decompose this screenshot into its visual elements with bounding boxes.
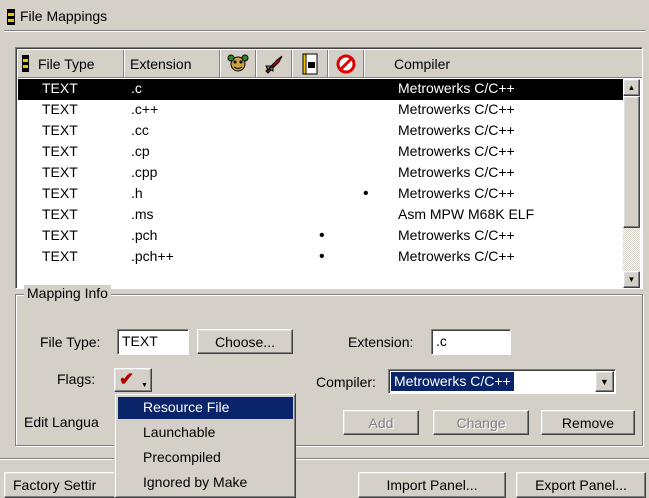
table-row[interactable]: TEXT .cp Metrowerks C/C++: [18, 142, 623, 163]
chevron-down-icon: ▼: [141, 382, 148, 389]
import-panel-button[interactable]: Import Panel...: [358, 472, 506, 498]
precompiled-flag-dot: •: [319, 248, 325, 265]
scroll-up-button[interactable]: ▲: [623, 79, 640, 96]
ignore-icon[interactable]: [328, 50, 364, 77]
flags-label: Flags:: [57, 371, 96, 387]
menu-item-precompiled[interactable]: Precompiled: [118, 447, 293, 469]
table-body: TEXT .c Metrowerks C/C++ TEXT .c++ Metro…: [18, 79, 623, 268]
table-row[interactable]: TEXT .cc Metrowerks C/C++: [18, 121, 623, 142]
checkmark-icon: ✔: [119, 369, 135, 389]
table-row[interactable]: TEXT .c Metrowerks C/C++: [18, 79, 623, 100]
resource-icon[interactable]: [220, 50, 256, 77]
column-header-compiler[interactable]: Compiler: [364, 50, 642, 77]
table-row[interactable]: TEXT .cpp Metrowerks C/C++: [18, 163, 623, 184]
remove-button[interactable]: Remove: [541, 410, 635, 435]
change-button[interactable]: Change: [433, 410, 529, 435]
menu-item-resource-file[interactable]: Resource File: [118, 397, 293, 419]
panel-icon: [7, 9, 15, 25]
arrow-down-icon: ▼: [627, 275, 636, 284]
table-row[interactable]: TEXT .c++ Metrowerks C/C++: [18, 100, 623, 121]
column-header-file-type[interactable]: File Type: [18, 50, 124, 77]
precompiled-flag-dot: •: [319, 227, 325, 244]
table-header: File Type Extension Compiler: [18, 50, 642, 78]
extension-label: Extension:: [348, 334, 414, 350]
launch-icon[interactable]: [256, 50, 292, 77]
compiler-selected-value: Metrowerks C/C++: [391, 372, 514, 391]
compiler-select[interactable]: Metrowerks C/C++ ▼: [388, 369, 616, 394]
compiler-label: Compiler:: [316, 374, 376, 390]
edit-language-label: Edit Langua: [24, 414, 99, 430]
file-type-field[interactable]: TEXT: [117, 329, 189, 355]
panel-titlebar: File Mappings: [0, 0, 649, 33]
export-panel-button[interactable]: Export Panel...: [516, 472, 646, 498]
table-row[interactable]: TEXT .pch++ • Metrowerks C/C++: [18, 247, 623, 268]
menu-item-launchable[interactable]: Launchable: [118, 422, 293, 444]
flags-popup-button[interactable]: ✔ ▼: [114, 368, 152, 392]
add-button[interactable]: Add: [343, 410, 419, 435]
file-type-label: File Type:: [40, 334, 101, 350]
table-row[interactable]: TEXT .h • Metrowerks C/C++: [18, 184, 623, 205]
extension-field[interactable]: .c: [431, 329, 511, 355]
flags-menu: Resource File Launchable Precompiled Ign…: [114, 393, 296, 498]
column-header-extension[interactable]: Extension: [124, 50, 220, 77]
dropdown-arrow-button[interactable]: ▼: [595, 371, 614, 392]
choose-button[interactable]: Choose...: [197, 329, 293, 354]
scroll-down-button[interactable]: ▼: [623, 271, 640, 288]
menu-item-ignored-by-make[interactable]: Ignored by Make: [118, 472, 293, 494]
file-mappings-table[interactable]: File Type Extension Compiler TEXT .c Met…: [15, 47, 643, 289]
table-row[interactable]: TEXT .pch • Metrowerks C/C++: [18, 226, 623, 247]
arrow-up-icon: ▲: [627, 83, 636, 92]
vertical-scrollbar[interactable]: ▲ ▼: [623, 79, 640, 288]
scroll-thumb[interactable]: [623, 96, 640, 228]
panel-title: File Mappings: [20, 8, 108, 24]
chevron-down-icon: ▼: [600, 376, 609, 387]
precompiled-icon[interactable]: [292, 50, 328, 77]
table-row[interactable]: TEXT .ms Asm MPW M68K ELF: [18, 205, 623, 226]
factory-settings-button[interactable]: Factory Settir: [4, 472, 132, 498]
panel-icon: [22, 55, 29, 72]
bottom-divider: [0, 458, 649, 460]
title-divider: [4, 30, 645, 32]
mapping-info-legend: Mapping Info: [24, 285, 111, 301]
ignored-flag-dot: •: [363, 185, 369, 202]
